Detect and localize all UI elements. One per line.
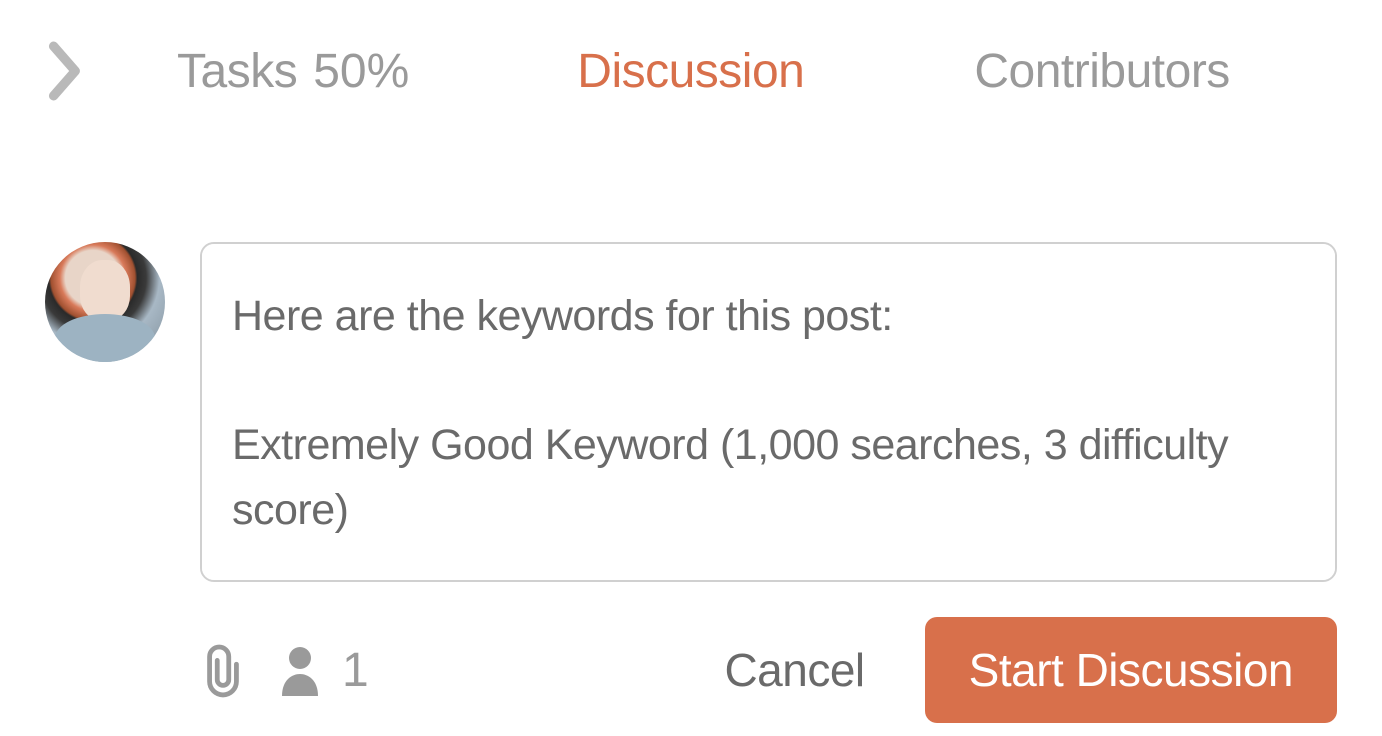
tab-discussion[interactable]: Discussion — [577, 44, 804, 99]
cancel-button[interactable]: Cancel — [724, 643, 864, 697]
start-discussion-button[interactable]: Start Discussion — [925, 617, 1337, 723]
actions-row: 1 Cancel Start Discussion — [200, 617, 1337, 723]
tab-tasks[interactable]: Tasks — [177, 44, 297, 99]
tasks-percent: 50% — [313, 44, 409, 99]
discussion-textarea[interactable] — [200, 242, 1337, 582]
compose-row: 1 Cancel Start Discussion — [45, 242, 1337, 723]
paperclip-icon[interactable] — [200, 641, 246, 699]
person-icon — [276, 644, 324, 696]
people-count-group[interactable]: 1 — [276, 643, 369, 698]
people-count: 1 — [342, 643, 369, 698]
tabs-row: Tasks 50% Discussion Contributors — [45, 40, 1337, 102]
tab-contributors[interactable]: Contributors — [974, 44, 1229, 99]
avatar — [45, 242, 165, 362]
compose-main: 1 Cancel Start Discussion — [200, 242, 1337, 723]
chevron-right-icon[interactable] — [45, 40, 87, 102]
